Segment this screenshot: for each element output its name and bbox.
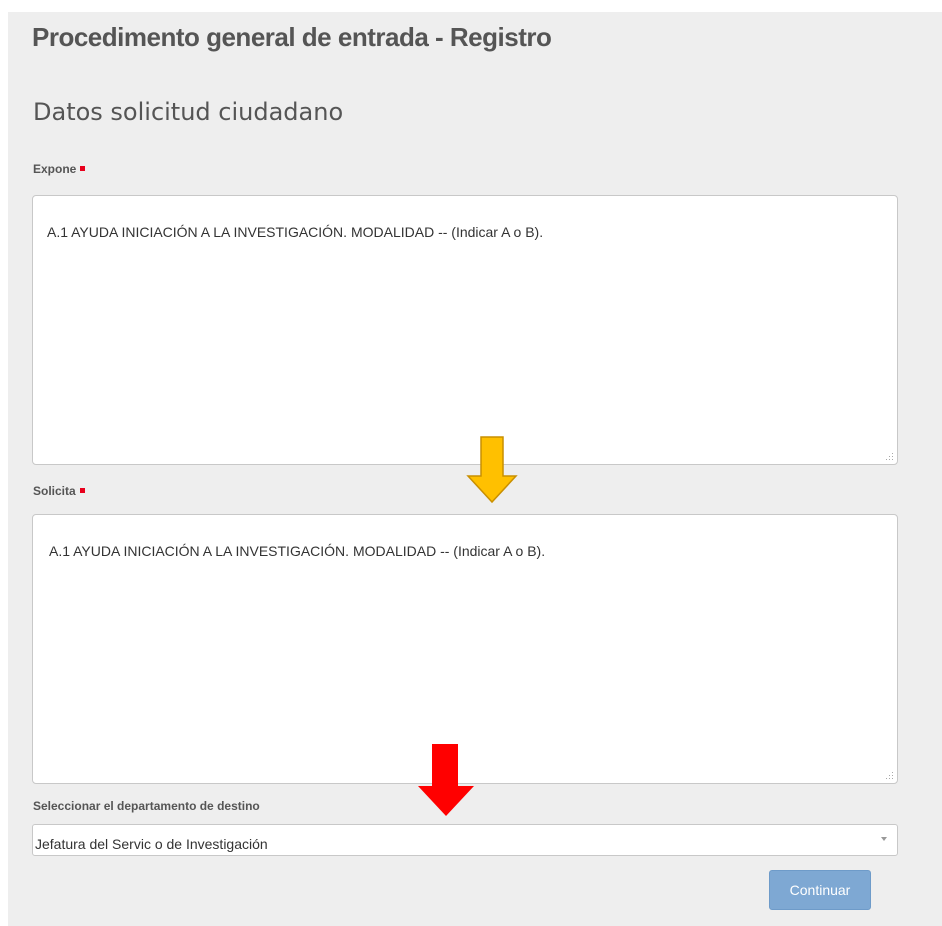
department-label: Seleccionar el departamento de destino <box>33 799 260 813</box>
section-title: Datos solicitud ciudadano <box>33 98 344 126</box>
page-title: Procedimento general de entrada - Regist… <box>32 22 552 52</box>
expone-label-text: Expone <box>33 162 77 176</box>
solicita-value: A.1 AYUDA INICIACIÓN A LA INVESTIGACIÓN.… <box>49 543 546 559</box>
red-down-arrow-icon <box>418 744 474 816</box>
resize-grip-icon[interactable] <box>885 771 893 779</box>
resize-grip-icon[interactable] <box>885 452 893 460</box>
solicita-label: Solicita <box>33 484 85 498</box>
department-select[interactable]: Jefatura del Servic o de Investigación <box>32 824 898 856</box>
department-selected-value: Jefatura del Servic o de Investigación <box>35 836 268 852</box>
expone-label: Expone <box>33 162 86 176</box>
solicita-label-text: Solicita <box>33 484 76 498</box>
required-marker <box>80 166 86 171</box>
expone-value: A.1 AYUDA INICIACIÓN A LA INVESTIGACIÓN.… <box>47 224 544 240</box>
continue-button[interactable]: Continuar <box>769 870 871 910</box>
required-marker <box>79 488 85 493</box>
expone-textarea[interactable]: A.1 AYUDA INICIACIÓN A LA INVESTIGACIÓN.… <box>32 195 898 465</box>
chevron-down-icon <box>881 837 887 841</box>
yellow-down-arrow-icon <box>466 436 518 504</box>
